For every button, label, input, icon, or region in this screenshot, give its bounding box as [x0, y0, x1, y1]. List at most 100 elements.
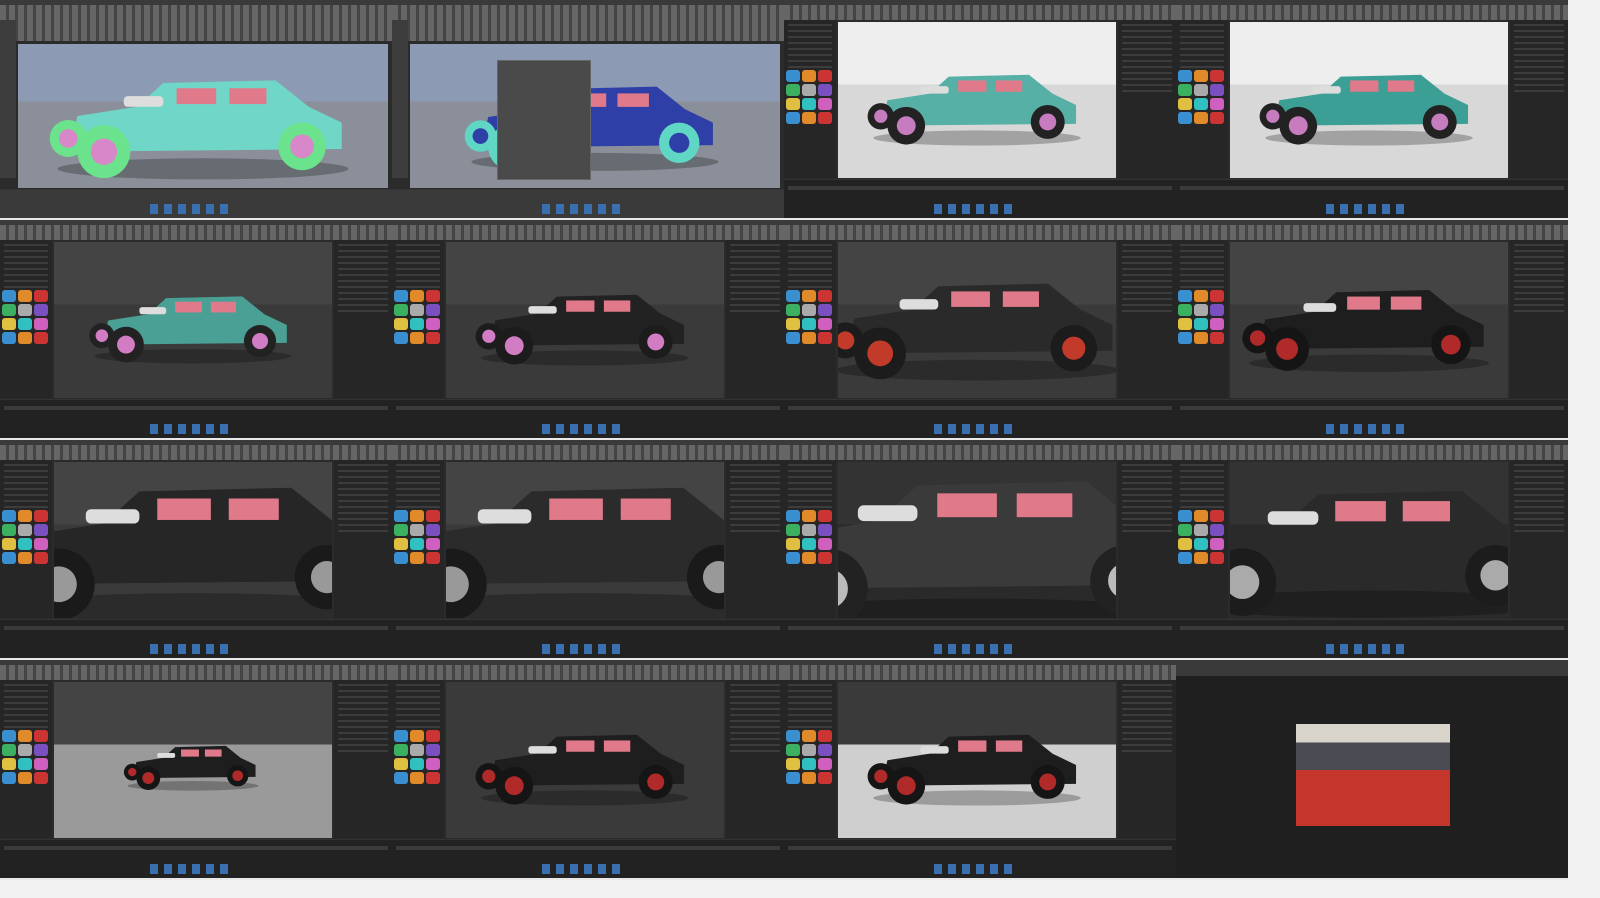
material-swatch[interactable]: [786, 538, 800, 550]
material-swatch[interactable]: [394, 304, 408, 316]
timeline-slider[interactable]: [4, 196, 388, 200]
material-swatch[interactable]: [394, 758, 408, 770]
material-swatch[interactable]: [802, 70, 816, 82]
tree-item[interactable]: [396, 286, 440, 288]
material-swatch[interactable]: [2, 730, 16, 742]
tree-item[interactable]: [4, 280, 48, 282]
tree-item[interactable]: [4, 48, 12, 50]
material-swatch[interactable]: [410, 318, 424, 330]
tree-item[interactable]: [788, 690, 832, 692]
material-swatch[interactable]: [34, 332, 48, 344]
material-swatch[interactable]: [786, 98, 800, 110]
material-swatch[interactable]: [2, 524, 16, 536]
tree-item[interactable]: [396, 476, 440, 478]
tree-item[interactable]: [396, 690, 440, 692]
material-swatch[interactable]: [394, 510, 408, 522]
tree-item[interactable]: [788, 268, 832, 270]
material-swatch[interactable]: [34, 744, 48, 756]
tree-item[interactable]: [788, 42, 832, 44]
tree-item[interactable]: [4, 256, 48, 258]
tree-item[interactable]: [4, 244, 48, 246]
tree-item[interactable]: [4, 464, 48, 466]
material-swatch[interactable]: [426, 318, 440, 330]
tree-item[interactable]: [396, 250, 440, 252]
tree-item[interactable]: [1180, 488, 1224, 490]
material-swatch[interactable]: [1178, 510, 1192, 522]
material-swatch[interactable]: [786, 112, 800, 124]
tree-item[interactable]: [788, 470, 832, 472]
tree-item[interactable]: [396, 66, 404, 68]
material-swatch[interactable]: [818, 772, 832, 784]
material-swatch[interactable]: [818, 98, 832, 110]
material-swatch[interactable]: [1178, 538, 1192, 550]
material-swatch[interactable]: [18, 524, 32, 536]
tree-item[interactable]: [396, 268, 440, 270]
material-swatch[interactable]: [426, 304, 440, 316]
tree-item[interactable]: [788, 30, 832, 32]
material-swatch[interactable]: [18, 332, 32, 344]
tree-item[interactable]: [788, 48, 832, 50]
tree-item[interactable]: [788, 482, 832, 484]
material-swatch[interactable]: [34, 318, 48, 330]
tree-item[interactable]: [1180, 256, 1224, 258]
render-viewport[interactable]: [838, 682, 1116, 838]
material-swatch[interactable]: [1210, 538, 1224, 550]
material-swatch[interactable]: [786, 730, 800, 742]
material-swatch[interactable]: [818, 70, 832, 82]
tree-item[interactable]: [396, 500, 440, 502]
material-swatch[interactable]: [426, 538, 440, 550]
material-swatch[interactable]: [18, 758, 32, 770]
timeline-slider[interactable]: [1180, 186, 1564, 190]
material-swatch[interactable]: [786, 744, 800, 756]
tree-item[interactable]: [1180, 280, 1224, 282]
bottom-dock-buttons[interactable]: [934, 204, 1014, 214]
material-swatch[interactable]: [1210, 510, 1224, 522]
tree-item[interactable]: [1180, 506, 1224, 508]
render-viewport[interactable]: [54, 242, 332, 398]
material-swatch[interactable]: [1178, 524, 1192, 536]
material-swatch[interactable]: [1178, 552, 1192, 564]
tree-item[interactable]: [788, 476, 832, 478]
material-swatch[interactable]: [426, 552, 440, 564]
tree-item[interactable]: [4, 476, 48, 478]
material-swatch[interactable]: [18, 318, 32, 330]
material-swatch[interactable]: [426, 524, 440, 536]
material-swatch[interactable]: [802, 772, 816, 784]
tree-item[interactable]: [1180, 482, 1224, 484]
material-swatch[interactable]: [802, 510, 816, 522]
material-swatch[interactable]: [410, 538, 424, 550]
material-swatch[interactable]: [394, 290, 408, 302]
material-swatch[interactable]: [410, 772, 424, 784]
material-swatch[interactable]: [1178, 318, 1192, 330]
video-thumbnail[interactable]: [1176, 440, 1568, 658]
tree-item[interactable]: [4, 42, 12, 44]
material-swatch[interactable]: [2, 758, 16, 770]
tree-item[interactable]: [788, 714, 832, 716]
tree-item[interactable]: [788, 54, 832, 56]
tree-item[interactable]: [788, 244, 832, 246]
render-viewport[interactable]: [1230, 242, 1508, 398]
tree-item[interactable]: [396, 726, 440, 728]
material-swatch[interactable]: [394, 318, 408, 330]
tree-item[interactable]: [4, 470, 48, 472]
video-thumbnail[interactable]: [784, 0, 1176, 218]
tree-item[interactable]: [396, 54, 404, 56]
tree-item[interactable]: [1180, 464, 1224, 466]
tree-item[interactable]: [1180, 30, 1224, 32]
material-swatch[interactable]: [802, 538, 816, 550]
tree-item[interactable]: [4, 696, 48, 698]
material-swatch[interactable]: [394, 730, 408, 742]
material-swatch[interactable]: [426, 730, 440, 742]
material-swatch[interactable]: [18, 744, 32, 756]
material-swatch[interactable]: [1194, 112, 1208, 124]
material-swatch[interactable]: [802, 290, 816, 302]
tree-item[interactable]: [1180, 36, 1224, 38]
material-swatch[interactable]: [34, 510, 48, 522]
material-swatch[interactable]: [34, 538, 48, 550]
tree-item[interactable]: [396, 684, 440, 686]
material-swatch[interactable]: [410, 552, 424, 564]
material-swatch[interactable]: [394, 772, 408, 784]
tree-item[interactable]: [4, 500, 48, 502]
timeline-slider[interactable]: [1180, 626, 1564, 630]
tree-item[interactable]: [396, 494, 440, 496]
